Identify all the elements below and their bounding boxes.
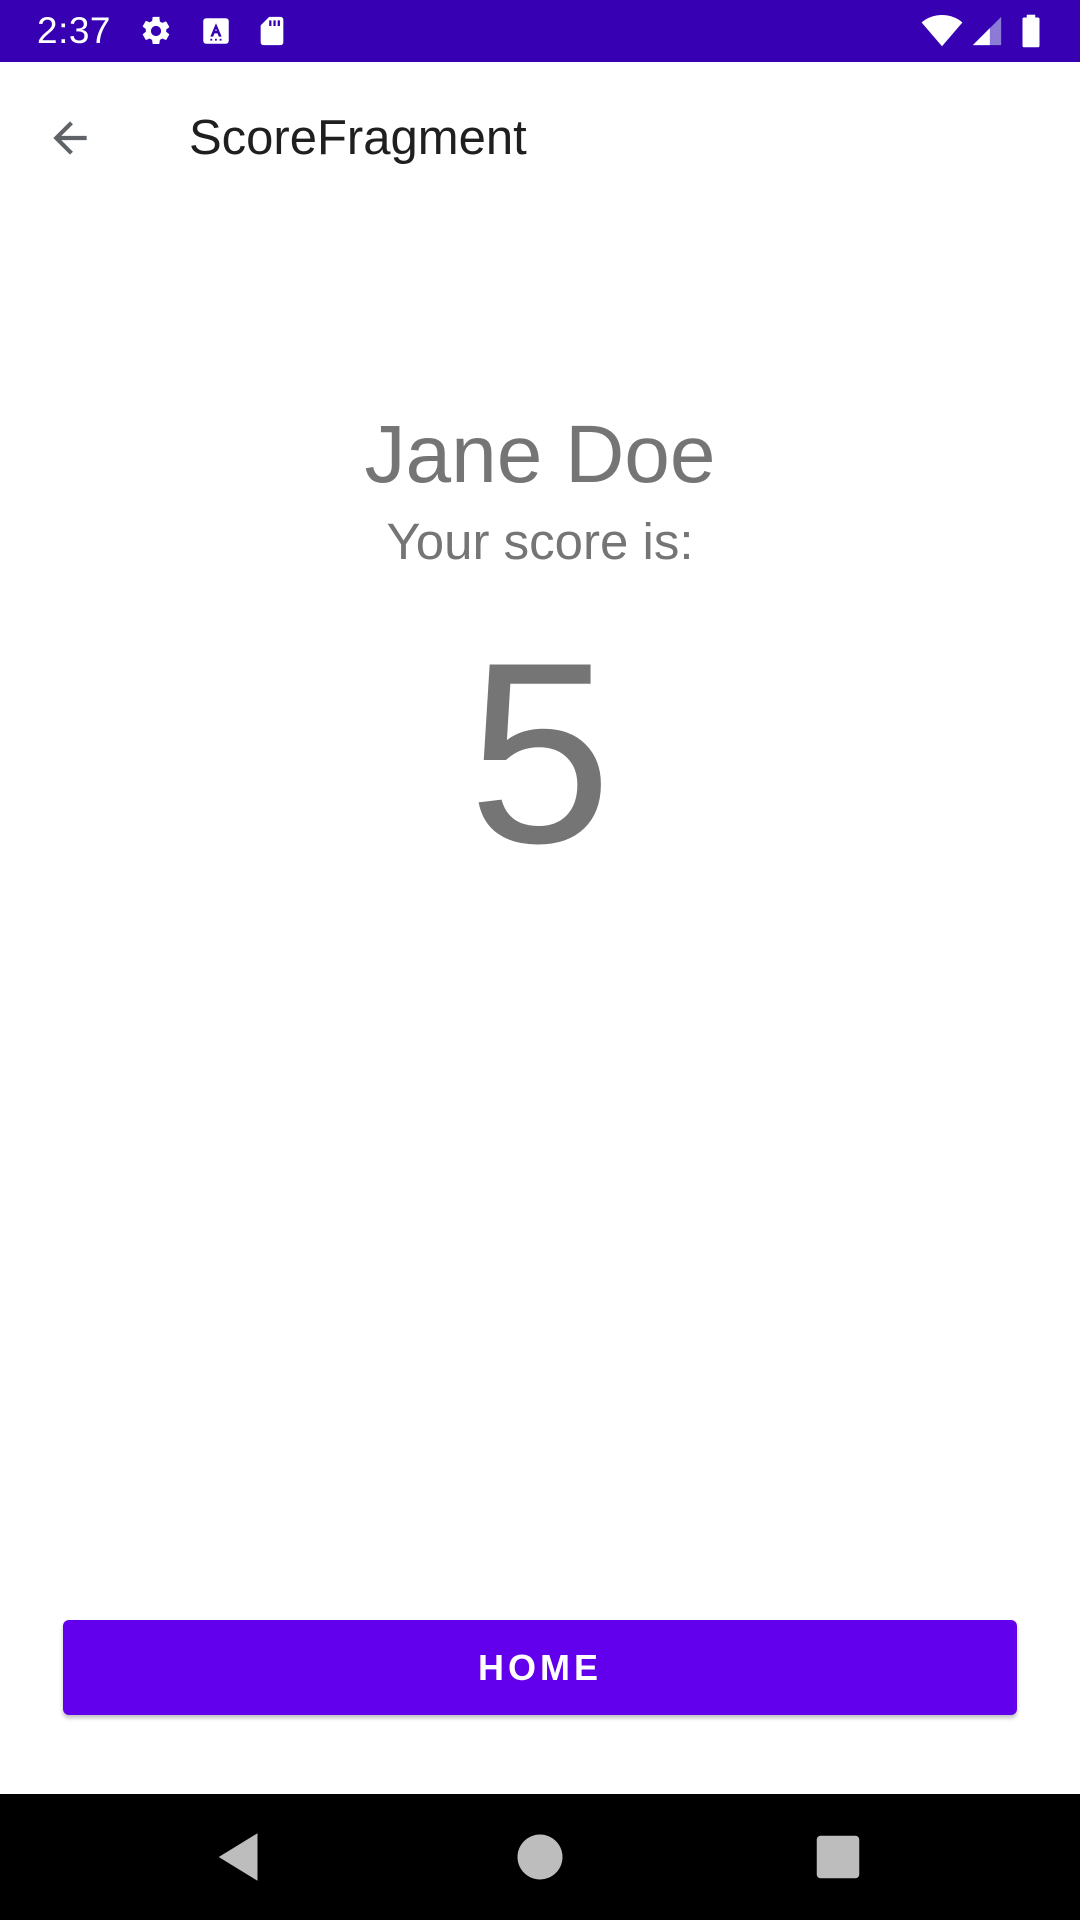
status-bar: 2:37 — [0, 0, 1080, 62]
score-label: Your score is: — [386, 513, 694, 570]
battery-icon — [1016, 14, 1046, 48]
back-triangle-icon[interactable] — [210, 1827, 270, 1887]
home-circle-icon[interactable] — [510, 1827, 570, 1887]
app-bar: ScoreFragment — [0, 62, 1080, 212]
settings-icon — [139, 14, 173, 48]
recents-square-icon[interactable] — [808, 1827, 868, 1887]
page-title: ScoreFragment — [189, 111, 527, 165]
back-button[interactable] — [30, 102, 110, 174]
home-button[interactable]: HOME — [63, 1620, 1017, 1715]
arrow-back-icon — [45, 113, 95, 163]
sd-card-icon — [255, 14, 289, 48]
score-value: 5 — [468, 608, 612, 897]
navigation-bar — [0, 1794, 1080, 1920]
text-a-icon — [199, 14, 233, 48]
player-name: Jane Doe — [364, 409, 716, 500]
status-time: 2:37 — [37, 10, 112, 51]
cell-signal-icon — [970, 14, 1004, 48]
wifi-icon — [920, 14, 964, 48]
